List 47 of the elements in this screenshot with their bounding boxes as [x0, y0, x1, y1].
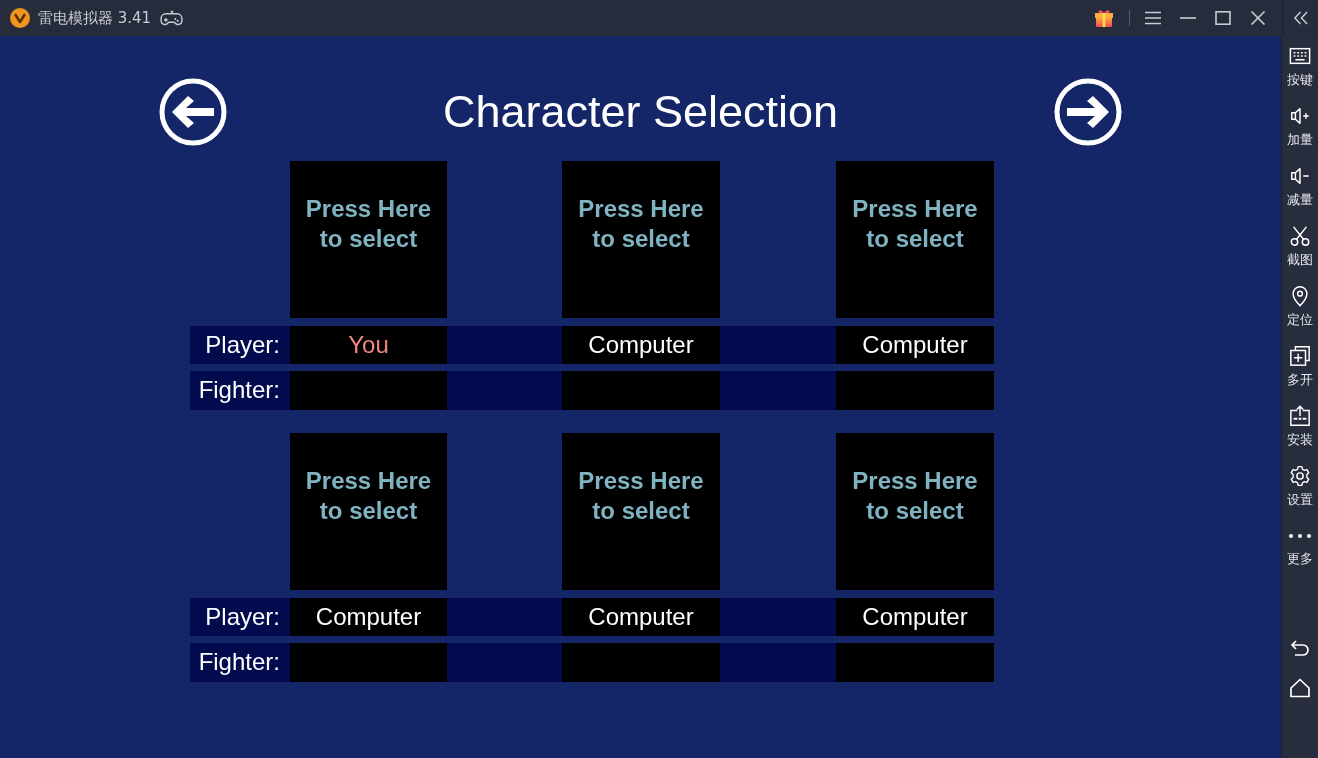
- speaker-plus-icon: [1289, 105, 1311, 127]
- sidebar-item[interactable]: 定位: [1282, 284, 1318, 344]
- select-card[interactable]: Press Here to select: [836, 161, 994, 318]
- sidebar-item[interactable]: 截图: [1282, 224, 1318, 284]
- close-icon[interactable]: [1250, 11, 1266, 25]
- fighter-label: Fighter:: [197, 375, 281, 405]
- right-arrow-circle-icon[interactable]: [1054, 78, 1123, 146]
- select-card[interactable]: Press Here to select: [290, 433, 447, 590]
- select-card[interactable]: Press Here to select: [562, 433, 720, 590]
- window-title: 雷电模拟器 3.41: [38, 8, 152, 28]
- player-label: Player:: [204, 330, 281, 360]
- speaker-minus-icon: [1289, 165, 1311, 187]
- upload-box-icon: [1289, 405, 1311, 427]
- select-card[interactable]: Press Here to select: [836, 433, 994, 590]
- select-card[interactable]: Press Here to select: [290, 161, 447, 318]
- gamepad-icon[interactable]: [160, 9, 184, 27]
- sidebar-item[interactable]: 多开: [1282, 344, 1318, 404]
- player-cell: Computer: [836, 326, 994, 364]
- left-arrow-circle-icon[interactable]: [158, 78, 227, 146]
- sidebar-item[interactable]: 设置: [1282, 464, 1318, 524]
- gift-icon[interactable]: [1094, 8, 1114, 28]
- double-chevron-icon[interactable]: [1293, 11, 1308, 25]
- player-cell: Computer: [290, 598, 447, 636]
- settings-icon: [1289, 465, 1311, 487]
- scissors-icon: [1289, 225, 1311, 247]
- home-icon[interactable]: [1290, 678, 1310, 698]
- sidebar-item[interactable]: 减量: [1282, 164, 1318, 224]
- keyboard-icon: [1289, 45, 1311, 67]
- location-pin-icon: [1289, 285, 1311, 307]
- sidebar-item[interactable]: 安装: [1282, 404, 1318, 464]
- sidebar-item[interactable]: 更多: [1282, 524, 1318, 584]
- select-card[interactable]: Press Here to select: [562, 161, 720, 318]
- app-logo-icon: [10, 8, 30, 28]
- player-label: Player:: [204, 602, 281, 632]
- add-window-icon: [1289, 345, 1311, 367]
- player-cell: Computer: [562, 326, 720, 364]
- back-icon[interactable]: [1290, 638, 1310, 658]
- sidebar-item[interactable]: 按键: [1282, 44, 1318, 104]
- player-cell: Computer: [836, 598, 994, 636]
- maximize-icon[interactable]: [1215, 11, 1231, 25]
- more-icon: [1289, 534, 1311, 538]
- screen-title: Character Selection: [442, 86, 839, 138]
- menu-icon[interactable]: [1145, 11, 1161, 25]
- sidebar-item[interactable]: 加量: [1282, 104, 1318, 164]
- player-cell: You: [290, 326, 447, 364]
- fighter-label: Fighter:: [197, 647, 281, 677]
- player-cell: Computer: [562, 598, 720, 636]
